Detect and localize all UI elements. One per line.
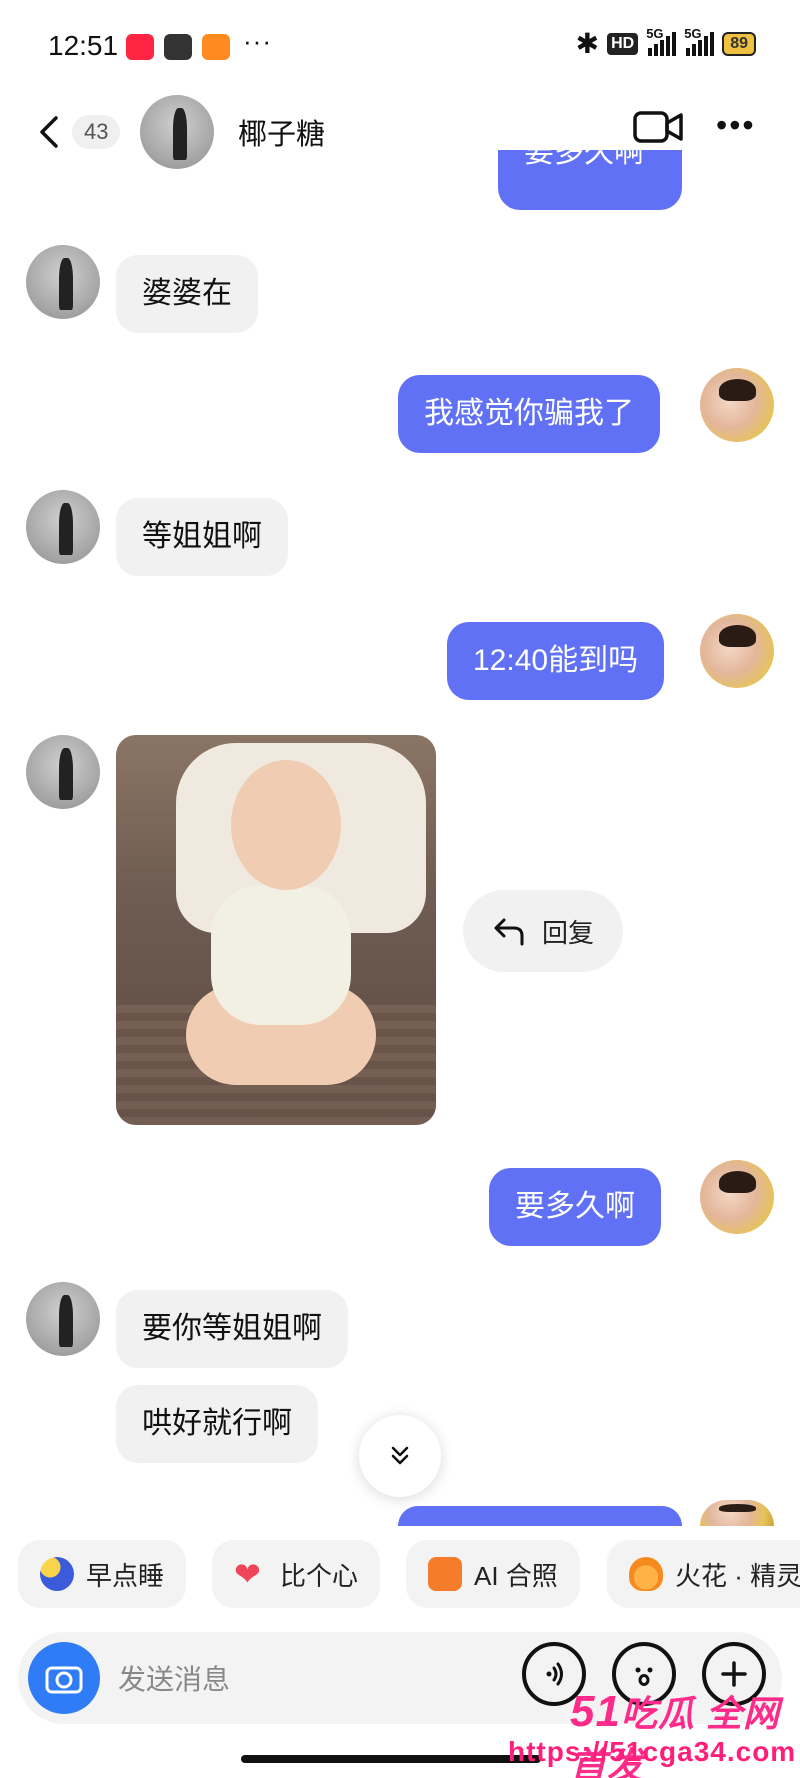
watermark-url: https://51cga34.com	[508, 1736, 797, 1767]
signal-sim1-icon: 5G	[646, 26, 677, 56]
back-button[interactable]: 43	[36, 107, 126, 157]
unread-count-badge: 43	[72, 115, 121, 149]
more-notifications-icon: ···	[243, 26, 272, 56]
contact-avatar[interactable]	[26, 245, 100, 319]
contact-name[interactable]: 椰子糖	[238, 111, 325, 153]
message-bubble-incoming[interactable]: 婆婆在	[116, 255, 258, 333]
home-indicator[interactable]	[241, 1755, 541, 1763]
contact-avatar[interactable]	[26, 735, 100, 809]
message-input[interactable]: 发送消息	[118, 1658, 230, 1698]
heart-icon: ❤	[234, 1556, 261, 1592]
quick-action-ai-photo[interactable]: AI 合照	[406, 1540, 580, 1608]
my-avatar[interactable]	[700, 1160, 774, 1234]
scroll-to-bottom-button[interactable]	[359, 1415, 441, 1497]
xiaohongshu-icon	[126, 34, 154, 60]
taobao-icon	[202, 34, 230, 60]
more-dots-icon[interactable]: •••	[716, 109, 756, 141]
message-bubble-incoming[interactable]: 哄好就行啊	[116, 1385, 318, 1463]
contact-avatar[interactable]	[26, 490, 100, 564]
my-avatar	[700, 1500, 774, 1526]
message-bubble-incoming[interactable]: 等姐姐啊	[116, 498, 288, 576]
status-bar: 12:51 ··· ✱ HD 5G 5G 89	[0, 0, 800, 95]
quick-action-heart[interactable]: ❤ 比个心	[212, 1540, 381, 1608]
message-bubble-outgoing[interactable]: 要多久啊	[489, 1168, 661, 1246]
battery-indicator: 89	[722, 32, 756, 56]
bluetooth-icon: ✱	[575, 28, 600, 59]
mi-icon	[164, 34, 192, 60]
double-chevron-down-icon	[391, 1446, 409, 1465]
hd-voice-icon: HD	[607, 33, 639, 55]
status-indicators: ✱ HD 5G 5G 89	[575, 26, 756, 59]
spark-icon	[629, 1557, 663, 1591]
message-bubble-outgoing[interactable]: 要多久啊	[498, 150, 682, 210]
message-bubble-outgoing[interactable]: 我感觉你骗我了	[398, 375, 660, 453]
video-call-icon[interactable]	[632, 107, 684, 147]
message-bubble-outgoing[interactable]: 12:40能到吗	[447, 622, 665, 700]
contact-avatar[interactable]	[26, 1282, 100, 1356]
my-avatar[interactable]	[700, 614, 774, 688]
camera-icon	[45, 1666, 83, 1694]
voice-wave-icon	[546, 1662, 563, 1686]
contact-avatar[interactable]	[140, 95, 214, 169]
signal-sim2-icon: 5G	[684, 26, 715, 56]
back-chevron-icon	[40, 116, 58, 148]
ai-photo-icon	[428, 1557, 462, 1591]
image-message-baby-photo[interactable]	[116, 735, 436, 1125]
status-time: 12:51	[48, 30, 119, 61]
quick-action-sleep[interactable]: 早点睡	[18, 1540, 187, 1608]
message-bubble-incoming[interactable]: 要你等姐姐啊	[116, 1290, 348, 1368]
camera-button[interactable]	[28, 1642, 100, 1714]
my-avatar[interactable]	[700, 368, 774, 442]
quick-action-spark[interactable]: 火花 · 精灵	[607, 1540, 800, 1608]
moon-icon	[40, 1557, 74, 1591]
message-bubble-outgoing-partial	[398, 1506, 682, 1526]
reply-label: 回复	[541, 917, 594, 948]
quick-actions-bar: 早点睡 ❤ 比个心 AI 合照 火花 · 精灵	[0, 1540, 800, 1610]
reply-button[interactable]: 回复	[463, 890, 623, 972]
reply-arrow-icon	[494, 918, 524, 946]
